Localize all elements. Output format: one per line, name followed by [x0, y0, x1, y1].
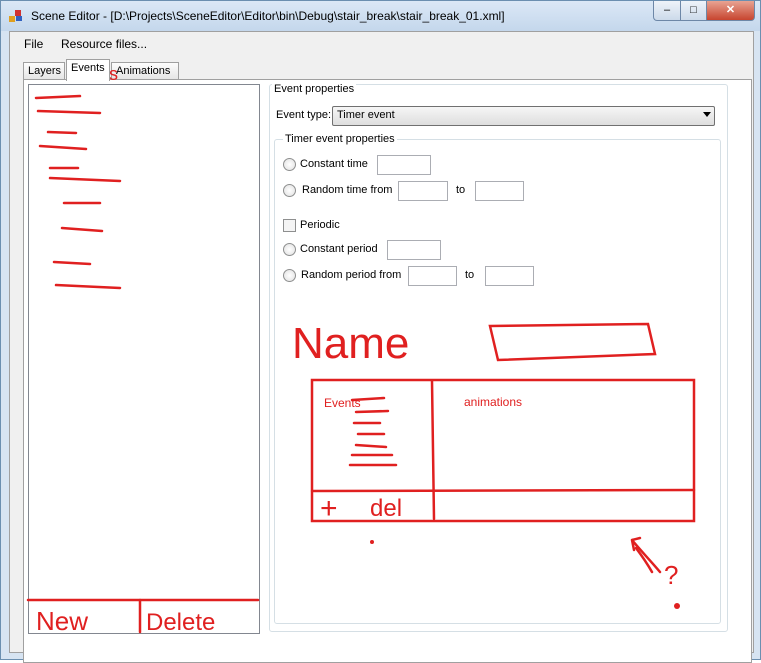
new-button-sketch[interactable]: New [36, 606, 88, 636]
del-button-sketch[interactable]: del [370, 495, 402, 522]
tab-events[interactable]: Events [66, 59, 110, 81]
animations-label-sketch: animations [464, 395, 522, 409]
events-label-sketch: Events [324, 396, 361, 410]
delete-button-sketch[interactable]: Delete [146, 609, 215, 636]
question-mark-sketch: ? [664, 560, 678, 590]
red-annotations: Anims New Delete Name Events animations … [26, 64, 696, 636]
add-button-sketch[interactable]: + [320, 492, 338, 525]
name-label-sketch: Name [292, 319, 409, 368]
